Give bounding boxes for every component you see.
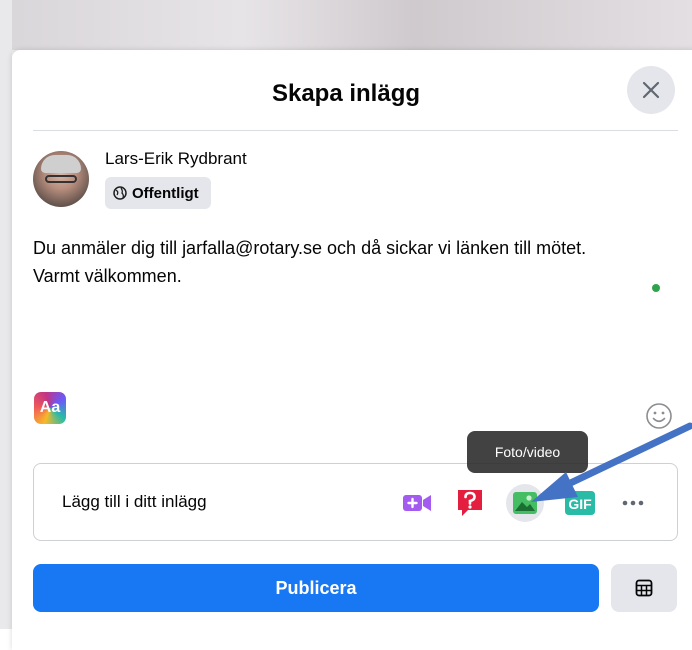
text-style-button[interactable]: Aa [34, 392, 66, 424]
avatar-hair [41, 155, 81, 173]
post-text-line: Du anmäler dig till jarfalla@rotary.se o… [33, 238, 587, 258]
close-icon [642, 81, 660, 99]
create-post-dialog [12, 50, 692, 650]
publish-button[interactable]: Publicera [33, 564, 599, 612]
user-name: Lars-Erik Rydbrant [105, 149, 247, 168]
photo-video-icon [513, 492, 537, 514]
gif-icon: GIF [565, 491, 595, 515]
photo-video-tooltip: Foto/video [467, 431, 588, 473]
more-options-button[interactable] [614, 484, 652, 522]
post-text-area[interactable]: Du anmäler dig till jarfalla@rotary.se o… [33, 234, 683, 290]
globe-icon [113, 186, 127, 200]
more-icon [622, 500, 644, 506]
background-photo [0, 0, 692, 50]
privacy-label: Offentligt [132, 184, 199, 202]
question-icon [458, 490, 482, 516]
gif-label: GIF [568, 496, 592, 512]
photo-video-button[interactable] [506, 484, 544, 522]
header-divider [33, 130, 678, 131]
close-button[interactable] [627, 66, 675, 114]
grammar-indicator-dot [652, 284, 660, 292]
avatar-glasses [45, 175, 77, 183]
schedule-button[interactable] [611, 564, 677, 612]
emoji-button[interactable] [645, 402, 673, 430]
avatar[interactable] [33, 151, 89, 207]
smiley-icon [646, 403, 672, 429]
post-text-line: Varmt välkommen. [33, 266, 182, 286]
question-button[interactable] [451, 484, 489, 522]
privacy-selector[interactable]: Offentligt [105, 177, 211, 209]
dialog-title: Skapa inlägg [271, 80, 421, 107]
add-to-post-label: Lägg till i ditt inlägg [62, 492, 207, 511]
live-video-button[interactable] [398, 484, 436, 522]
live-video-icon [403, 495, 431, 511]
gif-button[interactable]: GIF [561, 484, 599, 522]
calendar-grid-icon [635, 579, 653, 597]
